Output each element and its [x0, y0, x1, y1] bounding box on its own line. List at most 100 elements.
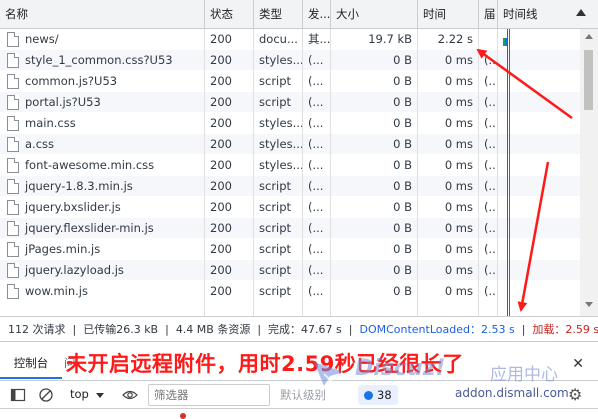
- request-size: 19.7 kB: [368, 32, 412, 46]
- scroll-down-icon[interactable]: [585, 302, 593, 307]
- column-header-type[interactable]: 类型: [254, 0, 303, 28]
- scroll-up-icon[interactable]: [585, 34, 593, 39]
- table-row[interactable]: style_1_common.css?U53 200 styles... (... 0 …: [0, 50, 580, 71]
- column-header-initiator[interactable]: 发...: [303, 0, 331, 28]
- request-status: 200: [210, 116, 232, 130]
- column-header-name[interactable]: 名称: [0, 0, 205, 28]
- column-header-priority[interactable]: 届: [479, 0, 498, 28]
- table-row[interactable]: news/200 docu... 其... 19.7 kB 2.22 s: [0, 29, 580, 50]
- request-time: 0 ms: [444, 53, 473, 67]
- watermark-url: addon.dismall.com: [455, 386, 569, 400]
- settings-gear-icon[interactable]: ⚙: [568, 385, 582, 404]
- request-status: 200: [210, 179, 232, 193]
- request-priority: (...: [484, 221, 497, 235]
- request-status: 200: [210, 284, 232, 298]
- request-type: styles...: [259, 116, 302, 130]
- request-type: script: [259, 179, 292, 193]
- column-header-status[interactable]: 状态: [205, 0, 254, 28]
- request-status: 200: [210, 95, 232, 109]
- request-name: main.css: [25, 116, 76, 130]
- request-status: 200: [210, 137, 232, 151]
- request-time: 0 ms: [444, 263, 473, 277]
- eye-icon[interactable]: [122, 387, 138, 403]
- request-initiator: (...: [308, 200, 324, 214]
- request-time: 0 ms: [444, 74, 473, 88]
- request-time: 0 ms: [444, 200, 473, 214]
- scrollbar-thumb[interactable]: [584, 50, 593, 110]
- request-initiator: (...: [308, 53, 324, 67]
- request-initiator: (...: [308, 221, 324, 235]
- request-time: 0 ms: [444, 137, 473, 151]
- table-row[interactable]: wow.min.js 200 script (... 0 B 0 ms (...: [0, 281, 580, 302]
- error-icon: [180, 413, 186, 419]
- table-row[interactable]: jPages.min.js 200 script (... 0 B 0 ms (...: [0, 239, 580, 260]
- table-row[interactable]: jquery-1.8.3.min.js 200 script (... 0 B 0 ms (…: [0, 176, 580, 197]
- table-row[interactable]: a.css 200 styles... (... 0 B 0 ms (...: [0, 134, 580, 155]
- load-event-line: [509, 29, 510, 316]
- dom-content-loaded-line: [507, 29, 508, 316]
- request-initiator: (...: [308, 242, 324, 256]
- request-type: script: [259, 74, 292, 88]
- request-time: 2.22 s: [437, 32, 473, 46]
- table-row[interactable]: main.css 200 styles... (... 0 B 0 ms (...: [0, 113, 580, 134]
- request-status: 200: [210, 242, 232, 256]
- request-name: style_1_common.css?U53: [25, 53, 173, 67]
- table-row[interactable]: jquery.lazyload.js 200 script (... 0 B 0 ms (.…: [0, 260, 580, 281]
- context-selector[interactable]: top: [70, 387, 89, 401]
- console-first-message: [180, 410, 580, 419]
- request-priority: (...: [484, 53, 497, 67]
- request-type: script: [259, 284, 292, 298]
- request-size: 0 B: [393, 74, 412, 88]
- request-priority: (...: [484, 179, 497, 193]
- request-initiator: (...: [308, 137, 324, 151]
- request-size: 0 B: [393, 242, 412, 256]
- request-type: styles...: [259, 137, 302, 151]
- request-type: script: [259, 95, 292, 109]
- clear-console-icon[interactable]: [38, 387, 54, 403]
- table-row[interactable]: portal.js?U53 200 script (... 0 B 0 ms (...: [0, 92, 580, 113]
- table-header: 名称 状态 类型 发... 大小 时间 届 时间线: [0, 0, 598, 29]
- request-size: 0 B: [393, 284, 412, 298]
- request-priority: (...: [484, 284, 497, 298]
- table-row[interactable]: font-awesome.min.css 200 styles... (... 0 B 0…: [0, 155, 580, 176]
- summary-load-label: 加载：: [532, 323, 566, 336]
- message-count-badge[interactable]: 38: [358, 385, 398, 405]
- summary-finish: 完成：47.67 s: [268, 323, 342, 336]
- table-row[interactable]: common.js?U53 200 script (... 0 B 0 ms (...: [0, 71, 580, 92]
- request-status: 200: [210, 263, 232, 277]
- table-row[interactable]: jquery.flexslider-min.js 200 script (... 0 B…: [0, 218, 580, 239]
- request-priority: (...: [484, 200, 497, 214]
- request-priority: [479, 29, 497, 50]
- console-filter-input[interactable]: [148, 384, 270, 406]
- column-header-size[interactable]: 大小: [331, 0, 418, 28]
- column-header-time[interactable]: 时间: [418, 0, 479, 28]
- request-priority: (...: [484, 263, 497, 277]
- request-name: news/: [25, 32, 59, 46]
- request-initiator: (...: [308, 284, 324, 298]
- sort-ascending-icon[interactable]: [576, 9, 586, 16]
- request-priority: (...: [484, 95, 497, 109]
- summary-transferred: 已传输26.3 kB: [83, 323, 159, 336]
- request-name: wow.min.js: [25, 284, 88, 298]
- chevron-down-icon[interactable]: [96, 393, 104, 398]
- request-type: script: [259, 221, 292, 235]
- request-type: styles...: [259, 158, 302, 172]
- request-initiator: (...: [308, 74, 324, 88]
- request-size: 0 B: [393, 116, 412, 130]
- summary-load-value: 2.59 s: [565, 323, 598, 336]
- network-request-table: 名称 状态 类型 发... 大小 时间 届 时间线 news/200 docu..…: [0, 0, 598, 316]
- sidebar-toggle-icon[interactable]: [10, 387, 26, 403]
- request-size: 0 B: [393, 263, 412, 277]
- request-initiator: (...: [308, 179, 324, 193]
- close-drawer-icon[interactable]: ✕: [572, 357, 584, 371]
- request-name: jquery.bxslider.js: [25, 200, 121, 214]
- request-initiator: (...: [308, 116, 324, 130]
- request-initiator: (...: [308, 263, 324, 277]
- tab-console[interactable]: 控制台: [0, 351, 62, 379]
- request-type: script: [259, 242, 292, 256]
- discuz-logo-icon: [314, 362, 344, 386]
- table-row[interactable]: jquery.bxslider.js 200 script (... 0 B 0 ms (.…: [0, 197, 580, 218]
- request-size: 0 B: [393, 200, 412, 214]
- summary-requests: 112 次请求: [8, 323, 66, 336]
- message-count: 38: [377, 388, 392, 402]
